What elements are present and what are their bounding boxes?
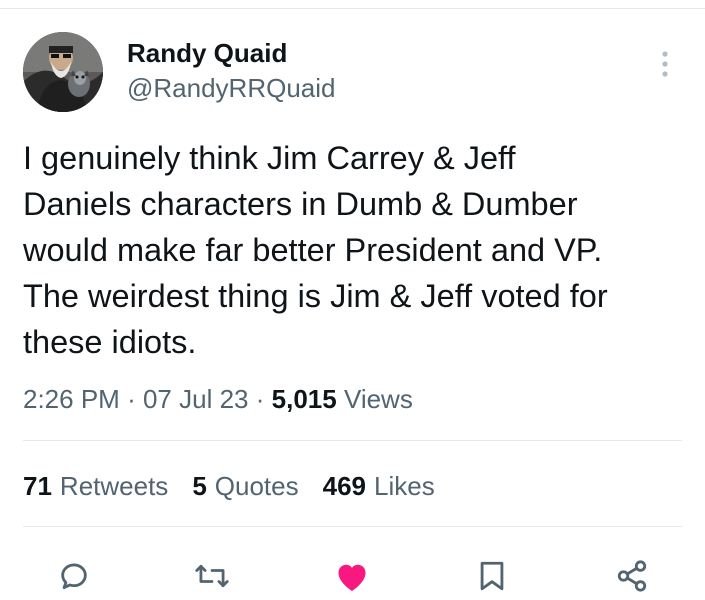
retweets-label: Retweets	[59, 471, 169, 501]
reply-button[interactable]	[52, 554, 96, 598]
likes-stat[interactable]: 469 Likes	[323, 469, 435, 503]
retweet-arrows-icon	[195, 564, 229, 588]
likes-label: Likes	[374, 471, 435, 501]
views-count: 5,015	[271, 384, 337, 414]
tweet-date[interactable]: 07 Jul 23	[143, 384, 249, 414]
tweet-text: I genuinely think Jim Carrey & Jeff Dani…	[23, 140, 608, 360]
engagement-stats: 71 Retweets 5 Quotes 469 Likes	[23, 469, 435, 503]
top-divider	[0, 8, 705, 9]
avatar-photo	[23, 32, 103, 112]
bookmark-button[interactable]	[470, 554, 514, 598]
meta-separator: ·	[127, 384, 136, 414]
tweet-time[interactable]: 2:26 PM	[23, 384, 120, 414]
retweet-button[interactable]	[190, 554, 234, 598]
quotes-stat[interactable]: 5 Quotes	[192, 469, 298, 503]
avatar[interactable]	[23, 32, 103, 112]
author-handle[interactable]: @RandyRRQuaid	[127, 73, 335, 103]
share-button[interactable]	[610, 554, 654, 598]
divider	[23, 440, 682, 441]
vertical-dots-icon	[662, 51, 668, 77]
more-options-button[interactable]	[650, 46, 680, 82]
action-bar	[0, 550, 705, 596]
retweets-stat[interactable]: 71 Retweets	[23, 469, 168, 503]
tweet-metadata: 2:26 PM · 07 Jul 23 · 5,015 Views	[23, 382, 413, 416]
heart-icon	[338, 564, 366, 591]
quotes-label: Quotes	[214, 471, 299, 501]
like-button[interactable]	[330, 554, 374, 598]
speech-bubble-icon	[61, 563, 87, 590]
quotes-count: 5	[192, 471, 207, 501]
divider	[23, 526, 682, 527]
bookmark-icon	[480, 561, 504, 591]
share-nodes-icon	[617, 560, 647, 592]
author-name[interactable]: Randy Quaid	[127, 38, 287, 68]
likes-count: 469	[322, 471, 366, 501]
retweets-count: 71	[23, 471, 52, 501]
views-label: Views	[343, 384, 413, 414]
meta-separator: ·	[255, 384, 265, 414]
